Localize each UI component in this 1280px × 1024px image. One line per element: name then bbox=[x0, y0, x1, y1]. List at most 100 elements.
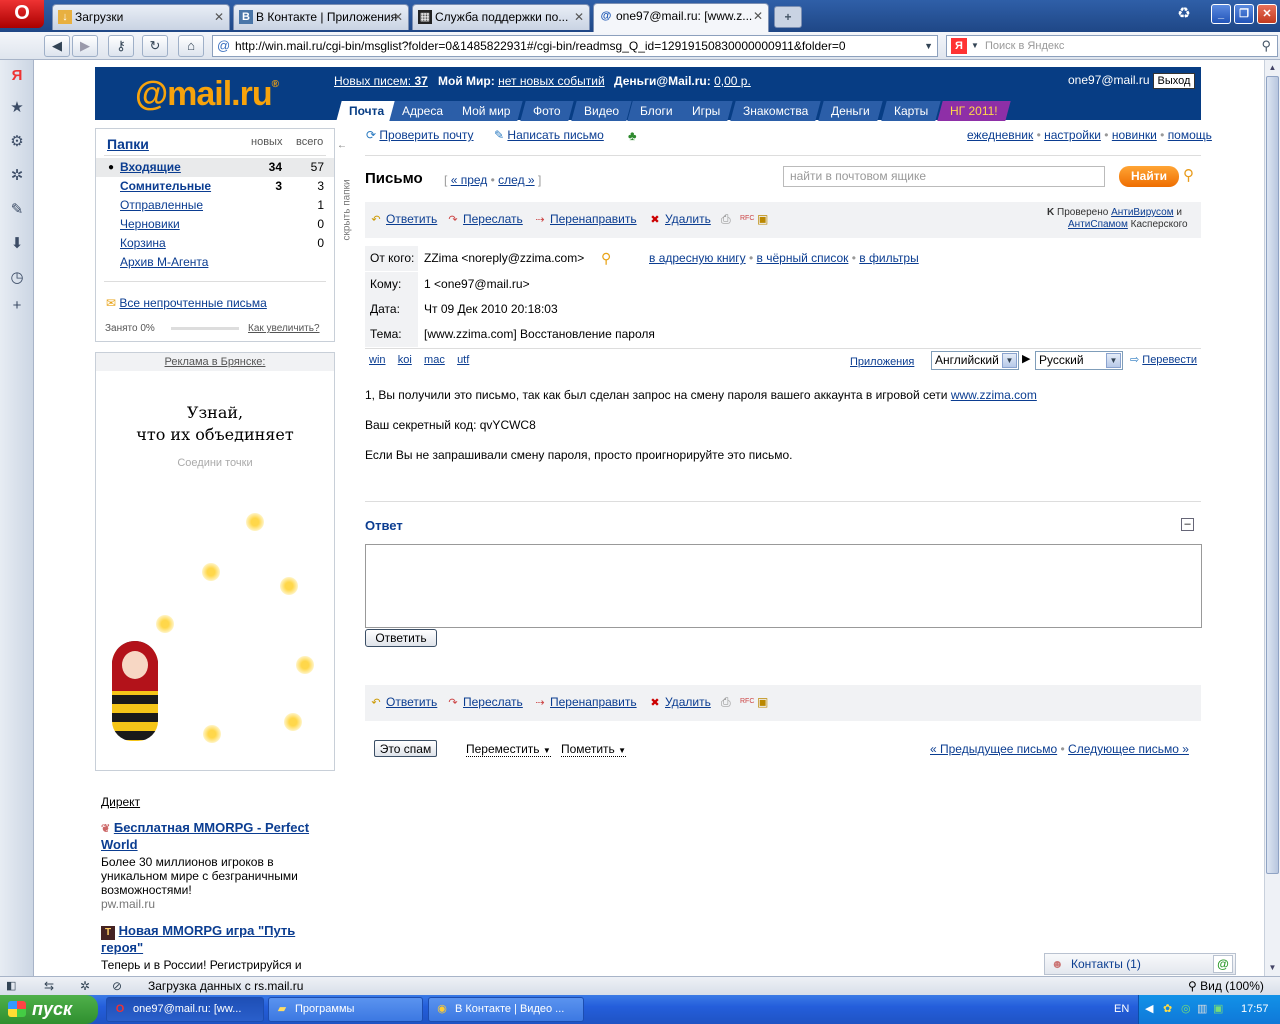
direct-ad-1-url[interactable]: pw.mail.ru bbox=[101, 897, 155, 911]
direct-title[interactable]: Директ bbox=[101, 795, 140, 809]
close-icon[interactable]: ✕ bbox=[574, 5, 584, 29]
encoding-mac[interactable]: mac bbox=[424, 354, 445, 366]
ad-header[interactable]: Реклама в Брянске: bbox=[96, 353, 334, 371]
filters-link[interactable]: в фильтры bbox=[859, 251, 918, 265]
address-field[interactable]: @ http://win.mail.ru/cgi-bin/msglist?fol… bbox=[212, 35, 938, 57]
new-tab-button[interactable]: + bbox=[774, 6, 802, 28]
nav-money[interactable]: Деньги bbox=[818, 101, 883, 121]
nav-myworld[interactable]: Мой мир bbox=[449, 101, 524, 121]
tab-support[interactable]: ▦ Служба поддержки по... ✕ bbox=[412, 4, 590, 30]
close-icon[interactable]: ✕ bbox=[753, 4, 763, 28]
search-icon[interactable]: ⚲ bbox=[1183, 166, 1194, 184]
prev-letter-bottom-link[interactable]: « Предыдущее письмо bbox=[930, 742, 1057, 756]
search-field[interactable]: Я ▼ Поиск в Яндекс ⚲ bbox=[946, 35, 1278, 57]
scroll-thumb[interactable] bbox=[1266, 76, 1279, 874]
collapse-icon[interactable]: – bbox=[1181, 518, 1194, 531]
zzima-link[interactable]: www.zzima.com bbox=[951, 388, 1037, 402]
new-mail-link[interactable]: Новых писем: 37 bbox=[334, 74, 428, 88]
downloads-icon[interactable]: ⬇ bbox=[7, 234, 27, 254]
folders-title[interactable]: Папки bbox=[107, 136, 149, 152]
encoding-utf[interactable]: utf bbox=[457, 354, 469, 366]
contacts-widget[interactable]: ☻ Контакты (1) bbox=[1044, 953, 1236, 975]
next-letter-bottom-link[interactable]: Следующее письмо » bbox=[1068, 742, 1189, 756]
prev-letter-link[interactable]: « пред bbox=[451, 173, 488, 187]
scroll-down-icon[interactable]: ▼ bbox=[1266, 961, 1279, 975]
maximize-button[interactable]: ❐ bbox=[1234, 4, 1254, 24]
search-icon[interactable]: ⚲ bbox=[601, 246, 611, 271]
agent-icon[interactable]: @ bbox=[1213, 955, 1233, 973]
history-icon[interactable]: ◷ bbox=[7, 268, 27, 288]
tray-arrow-icon[interactable]: ◀ bbox=[1145, 995, 1153, 1023]
tray-network-icon[interactable]: ◎ bbox=[1181, 995, 1191, 1023]
reply-send-button[interactable]: Ответить bbox=[365, 629, 437, 647]
tray-agent-icon[interactable]: ✿ bbox=[1163, 995, 1172, 1023]
increase-link[interactable]: Как увеличить? bbox=[248, 323, 320, 334]
redirect-link[interactable]: ⇢ Перенаправить bbox=[533, 212, 636, 227]
nav-addresses[interactable]: Адреса bbox=[389, 101, 456, 121]
hide-folders-toggle[interactable]: ← скрыть папки bbox=[336, 138, 353, 241]
tab-vk-apps[interactable]: В В Контакте | Приложения ✕ bbox=[233, 4, 409, 30]
tree-icon[interactable]: ♣ bbox=[628, 128, 637, 143]
ad-banner[interactable]: Реклама в Брянске: Узнай, что их объедин… bbox=[95, 352, 335, 771]
nav-mail[interactable]: Почта bbox=[336, 101, 397, 121]
news-link[interactable]: новинки bbox=[1112, 128, 1157, 142]
settings-link[interactable]: настройки bbox=[1044, 128, 1101, 142]
folder-drafts[interactable]: Черновики 0 bbox=[96, 215, 334, 234]
folder-trash[interactable]: Корзина 0 bbox=[96, 234, 334, 253]
compose-link[interactable]: ✎ Написать письмо bbox=[494, 128, 604, 142]
add-panel-icon[interactable]: + bbox=[7, 296, 27, 316]
chevron-down-icon[interactable]: ▼ bbox=[971, 36, 979, 56]
logout-button[interactable]: Выход bbox=[1153, 73, 1195, 89]
move-dropdown[interactable]: Переместить ▼ bbox=[466, 742, 551, 757]
direct-ad-2-title[interactable]: T Новая MMORPG игра "Путь героя" bbox=[101, 923, 327, 956]
nav-photo[interactable]: Фото bbox=[520, 101, 574, 121]
redirect-link-bottom[interactable]: ⇢ Перенаправить bbox=[533, 695, 636, 710]
back-button[interactable]: ◀ bbox=[44, 35, 70, 57]
forward-link[interactable]: ↷ Переслать bbox=[446, 212, 522, 227]
mark-dropdown[interactable]: Пометить ▼ bbox=[561, 742, 627, 757]
bookmarks-icon[interactable]: ★ bbox=[7, 98, 27, 118]
lang-to-select[interactable]: Русский ▼ bbox=[1035, 351, 1123, 370]
antivirus-link[interactable]: АнтиВирусом bbox=[1111, 207, 1174, 218]
myworld-link[interactable]: нет новых событий bbox=[498, 74, 605, 88]
nav-dating[interactable]: Знакомства bbox=[730, 101, 821, 121]
delete-link-bottom[interactable]: ✖ Удалить bbox=[648, 695, 710, 710]
tab-downloads[interactable]: ↓ Загрузки ✕ bbox=[52, 4, 230, 30]
tray-icon[interactable]: ▥ bbox=[1197, 995, 1207, 1023]
zoom-control[interactable]: ⚲ Вид (100%) bbox=[1188, 977, 1264, 995]
tab-mail[interactable]: @ one97@mail.ru: [www.z... ✕ bbox=[593, 3, 769, 32]
unite-icon[interactable]: ✲ bbox=[7, 166, 27, 186]
nav-games[interactable]: Игры bbox=[679, 101, 733, 121]
turbo-icon[interactable]: ⇆ bbox=[44, 977, 54, 995]
reply-link-bottom[interactable]: ↶ Ответить bbox=[369, 695, 437, 710]
save-icon[interactable]: ▣ bbox=[757, 212, 768, 226]
page-scrollbar[interactable]: ▲ ▼ bbox=[1264, 60, 1280, 976]
money-link[interactable]: 0,00 р. bbox=[714, 74, 751, 88]
direct-ad-1-title[interactable]: ❦ Бесплатная MMORPG - Perfect World bbox=[101, 820, 327, 853]
lang-from-select[interactable]: Английский ▼ bbox=[931, 351, 1019, 370]
key-icon[interactable]: ⚷ bbox=[108, 35, 134, 57]
folder-spam[interactable]: Сомнительные 3 3 bbox=[96, 177, 334, 196]
notes-icon[interactable]: ✎ bbox=[7, 200, 27, 220]
opera-menu-button[interactable]: O bbox=[0, 0, 44, 28]
reply-textarea[interactable] bbox=[365, 544, 1202, 628]
reload-button[interactable]: ↻ bbox=[142, 35, 168, 57]
diary-link[interactable]: ежедневник bbox=[967, 128, 1033, 142]
help-link[interactable]: помощь bbox=[1168, 128, 1212, 142]
nav-newyear[interactable]: НГ 2011! bbox=[937, 101, 1011, 121]
blacklist-link[interactable]: в чёрный список bbox=[757, 251, 849, 265]
tray-icon[interactable]: ▣ bbox=[1213, 995, 1223, 1023]
window-close-button[interactable]: ✕ bbox=[1257, 4, 1277, 24]
minimize-button[interactable]: _ bbox=[1211, 4, 1231, 24]
print-icon[interactable]: ⎙ bbox=[721, 695, 731, 710]
forward-link-bottom[interactable]: ↷ Переслать bbox=[446, 695, 522, 710]
keyboard-lang[interactable]: EN bbox=[1114, 995, 1129, 1023]
task-vk-video[interactable]: ◉ В Контакте | Видео ... bbox=[428, 997, 584, 1022]
find-button[interactable]: Найти bbox=[1119, 166, 1179, 187]
panel-toggle-icon[interactable]: ◧ bbox=[6, 977, 16, 995]
nav-maps[interactable]: Карты bbox=[881, 101, 941, 121]
home-button[interactable]: ⌂ bbox=[178, 35, 204, 57]
trash-icon[interactable]: ♻ bbox=[1174, 4, 1194, 26]
close-icon[interactable]: ✕ bbox=[393, 5, 403, 29]
reply-link[interactable]: ↶ Ответить bbox=[369, 212, 437, 227]
